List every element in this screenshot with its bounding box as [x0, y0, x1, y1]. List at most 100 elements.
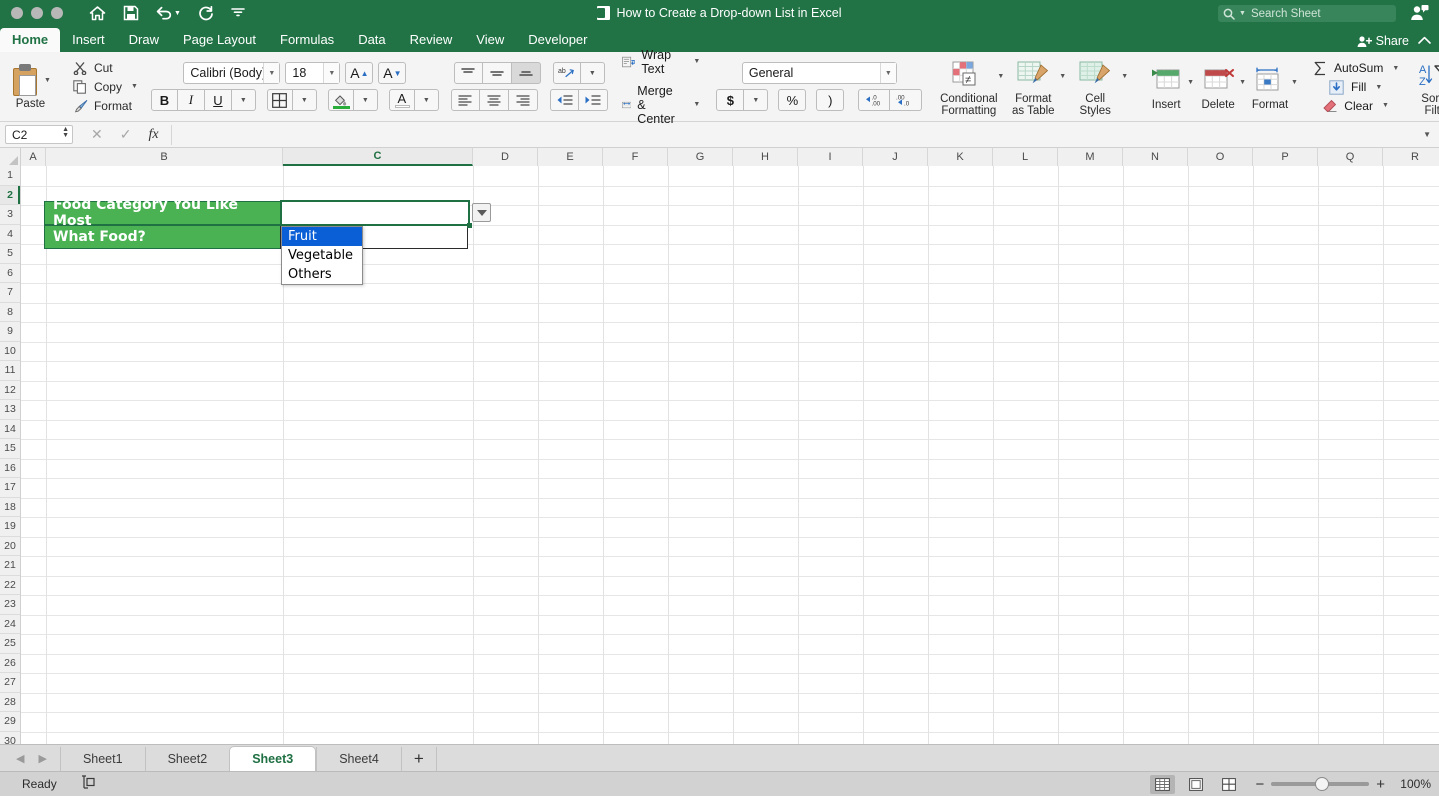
- fill-handle[interactable]: [467, 223, 472, 228]
- format-as-table-caret-icon[interactable]: ▼: [1059, 73, 1066, 80]
- clear-caret-icon[interactable]: ▼: [1382, 102, 1389, 109]
- column-header-O[interactable]: O: [1188, 148, 1253, 166]
- tab-formulas[interactable]: Formulas: [268, 28, 346, 52]
- autosum-caret-icon[interactable]: ▼: [1392, 65, 1399, 72]
- formula-input[interactable]: [170, 124, 1424, 145]
- tab-developer[interactable]: Developer: [516, 28, 599, 52]
- decrease-decimal-button[interactable]: .00.0: [890, 89, 923, 111]
- normal-view-button[interactable]: [1150, 774, 1176, 794]
- row-header-26[interactable]: 26: [0, 654, 20, 673]
- row-header-24[interactable]: 24: [0, 615, 20, 634]
- conditional-formatting-button[interactable]: ≠ Conditional Formatting: [937, 57, 1000, 117]
- name-box[interactable]: C2 ▲ ▼: [5, 125, 73, 144]
- cell-B3[interactable]: What Food?: [44, 225, 281, 249]
- accessibility-icon[interactable]: [81, 774, 95, 794]
- orientation-caret-icon[interactable]: ▼: [580, 62, 605, 84]
- dropdown-option-others[interactable]: Others: [282, 265, 362, 284]
- clear-button[interactable]: Clear ▼: [1321, 99, 1389, 113]
- borders-caret-icon[interactable]: ▼: [292, 89, 317, 111]
- align-top-button[interactable]: [453, 62, 483, 84]
- dropdown-option-vegetable[interactable]: Vegetable: [282, 246, 362, 265]
- tab-view[interactable]: View: [464, 28, 516, 52]
- previous-sheet-icon[interactable]: ◀: [16, 752, 24, 765]
- increase-decimal-button[interactable]: .0.00: [858, 89, 891, 111]
- minimize-window-button[interactable]: [31, 7, 43, 19]
- save-icon[interactable]: [123, 5, 139, 21]
- copy-button[interactable]: Copy ▼: [72, 80, 138, 94]
- active-cell-C2[interactable]: [280, 200, 470, 226]
- next-sheet-icon[interactable]: ▶: [38, 752, 46, 765]
- row-header-6[interactable]: 6: [0, 264, 20, 283]
- borders-button[interactable]: [266, 89, 293, 111]
- column-header-P[interactable]: P: [1253, 148, 1318, 166]
- sheet-tab-sheet3[interactable]: Sheet3: [229, 746, 317, 771]
- row-header-10[interactable]: 10: [0, 342, 20, 361]
- row-header-12[interactable]: 12: [0, 381, 20, 400]
- align-middle-button[interactable]: [482, 62, 512, 84]
- row-header-28[interactable]: 28: [0, 693, 20, 712]
- cut-button[interactable]: Cut: [72, 61, 138, 75]
- paste-button[interactable]: ▼: [10, 63, 51, 97]
- row-header-27[interactable]: 27: [0, 673, 20, 693]
- row-header-19[interactable]: 19: [0, 517, 20, 537]
- dropdown-list[interactable]: Fruit Vegetable Others: [281, 226, 363, 285]
- page-break-view-button[interactable]: [1216, 775, 1241, 794]
- insert-cells-caret-icon[interactable]: ▼: [1187, 79, 1194, 86]
- row-header-5[interactable]: 5: [0, 244, 20, 264]
- increase-font-size-button[interactable]: A ▲: [345, 62, 374, 84]
- tab-home[interactable]: Home: [0, 28, 61, 52]
- column-header-N[interactable]: N: [1123, 148, 1188, 166]
- undo-icon[interactable]: ▼: [156, 6, 181, 20]
- cell-styles-caret-icon[interactable]: ▼: [1121, 73, 1128, 80]
- row-header-17[interactable]: 17: [0, 478, 20, 498]
- sort-filter-button[interactable]: AZ Sort &Filter: [1412, 57, 1439, 117]
- tab-draw[interactable]: Draw: [117, 28, 171, 52]
- fill-color-caret-icon[interactable]: ▼: [353, 89, 378, 111]
- sheet-tab-sheet4[interactable]: Sheet4: [316, 747, 401, 771]
- column-header-A[interactable]: A: [21, 148, 46, 166]
- font-color-caret-icon[interactable]: ▼: [414, 89, 439, 111]
- wrap-text-caret-icon[interactable]: ▼: [693, 58, 700, 65]
- percent-style-button[interactable]: %: [778, 89, 807, 111]
- column-header-C[interactable]: C: [283, 148, 473, 166]
- tab-insert[interactable]: Insert: [60, 28, 117, 52]
- italic-button[interactable]: I: [177, 89, 205, 111]
- home-icon[interactable]: [89, 5, 106, 21]
- data-validation-dropdown-button[interactable]: [472, 203, 491, 222]
- format-cells-button[interactable]: Format: [1246, 63, 1294, 111]
- align-center-button[interactable]: [479, 89, 509, 111]
- maximize-window-button[interactable]: [51, 7, 63, 19]
- cell-B2[interactable]: Food Category You Like Most: [44, 197, 281, 229]
- undo-caret-icon[interactable]: ▼: [174, 10, 181, 17]
- conditional-formatting-caret-icon[interactable]: ▼: [997, 73, 1004, 80]
- zoom-knob[interactable]: [1315, 777, 1330, 791]
- insert-function-icon[interactable]: fx: [148, 127, 158, 143]
- format-as-table-button[interactable]: Format as Table: [1004, 57, 1062, 117]
- align-right-button[interactable]: [508, 89, 538, 111]
- autosum-button[interactable]: AutoSum ▼: [1311, 61, 1399, 76]
- row-header-2[interactable]: 2: [0, 185, 20, 205]
- row-header-3[interactable]: 3: [0, 205, 20, 225]
- dropdown-option-fruit[interactable]: Fruit: [282, 227, 362, 246]
- column-header-M[interactable]: M: [1058, 148, 1123, 166]
- decrease-indent-button[interactable]: [549, 89, 579, 111]
- currency-caret-icon[interactable]: ▼: [744, 89, 769, 111]
- align-bottom-button[interactable]: [511, 62, 541, 84]
- column-header-E[interactable]: E: [538, 148, 603, 166]
- share-button[interactable]: Share: [1357, 34, 1409, 48]
- merge-center-caret-icon[interactable]: ▼: [693, 101, 700, 108]
- row-header-7[interactable]: 7: [0, 283, 20, 303]
- name-box-spinner[interactable]: ▲ ▼: [62, 126, 69, 139]
- zoom-out-button[interactable]: −: [1255, 776, 1264, 793]
- column-header-R[interactable]: R: [1383, 148, 1439, 166]
- format-cells-caret-icon[interactable]: ▼: [1291, 79, 1298, 86]
- zoom-track[interactable]: [1271, 777, 1370, 791]
- row-header-18[interactable]: 18: [0, 498, 20, 517]
- row-header-29[interactable]: 29: [0, 712, 20, 732]
- row-header-25[interactable]: 25: [0, 634, 20, 654]
- redo-icon[interactable]: [198, 5, 214, 21]
- row-header-23[interactable]: 23: [0, 595, 20, 615]
- row-header-15[interactable]: 15: [0, 439, 20, 459]
- customize-toolbar-icon[interactable]: [231, 8, 245, 18]
- bold-button[interactable]: B: [150, 89, 178, 111]
